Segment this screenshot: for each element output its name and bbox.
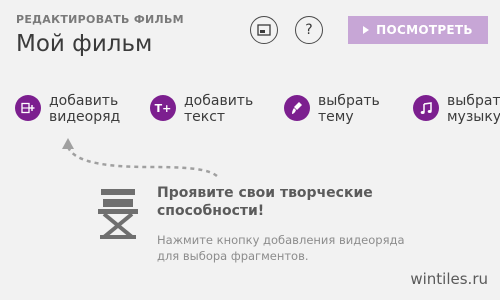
add-video-icon xyxy=(15,95,41,121)
add-video-label-1: добавить xyxy=(49,93,119,109)
empty-state-title: Проявите свои творческие способности! xyxy=(157,184,373,220)
watermark: wintiles.ru xyxy=(410,270,488,288)
theme-brush-icon xyxy=(284,95,310,121)
choose-theme-label-2: тему xyxy=(318,109,354,125)
empty-desc-line-1: Нажмите кнопку добавления видеоряда xyxy=(157,233,405,247)
choose-music-label-2: музыку xyxy=(447,109,500,125)
help-icon: ? xyxy=(305,22,313,38)
page-title: Мой фильм xyxy=(16,31,153,57)
help-button[interactable]: ? xyxy=(295,16,323,44)
director-chair-icon xyxy=(98,189,138,239)
music-note-icon xyxy=(413,95,439,121)
play-label: ПОСМОТРЕТЬ xyxy=(376,23,473,37)
choose-music-action[interactable]: выбрать музыку xyxy=(413,93,500,125)
hint-arrow xyxy=(62,138,219,178)
choose-music-label-1: выбрать xyxy=(447,93,500,109)
play-movie-button[interactable]: ПОСМОТРЕТЬ xyxy=(348,16,488,44)
play-icon xyxy=(363,26,370,34)
add-text-label-2: текст xyxy=(184,109,226,125)
choose-theme-label-1: выбрать xyxy=(318,93,380,109)
add-video-action[interactable]: добавить видеоряд xyxy=(15,93,120,125)
empty-title-line-2: способности! xyxy=(157,203,265,219)
add-text-icon: T+ xyxy=(150,95,176,121)
add-text-label-1: добавить xyxy=(184,93,254,109)
add-video-label-2: видеоряд xyxy=(49,109,121,125)
header-subtitle: РЕДАКТИРОВАТЬ ФИЛЬМ xyxy=(16,13,184,26)
choose-theme-action[interactable]: выбрать тему xyxy=(284,93,380,125)
empty-desc-line-2: для выбора фрагментов. xyxy=(157,249,309,263)
empty-title-line-1: Проявите свои творческие xyxy=(157,185,373,201)
add-text-action[interactable]: T+ добавить текст xyxy=(150,93,253,125)
aspect-ratio-icon xyxy=(257,24,271,36)
aspect-ratio-button[interactable] xyxy=(250,16,278,44)
empty-state-description: Нажмите кнопку добавления видеоряда для … xyxy=(157,232,405,264)
